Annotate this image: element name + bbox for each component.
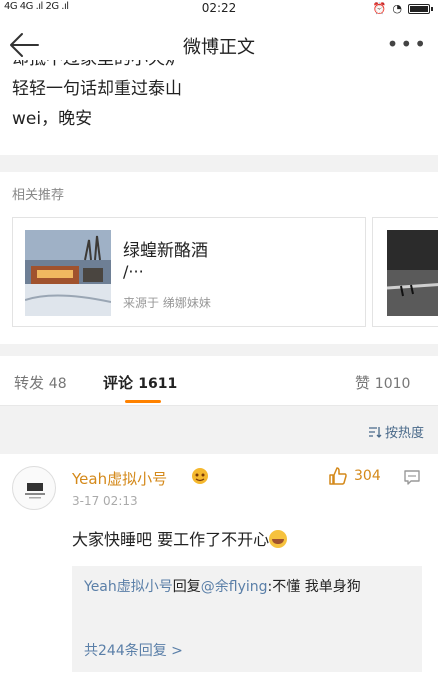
- related-card-source: 来源于 绨娜妹妹: [123, 296, 211, 310]
- sort-bar: 按热度: [0, 407, 438, 453]
- more-options-icon[interactable]: •••: [387, 32, 428, 56]
- tab-comment[interactable]: 评论 1611: [103, 372, 177, 393]
- status-bar: 4G 4G .ıl 2G .ıl 02:22 ⏰ ◔: [0, 0, 438, 18]
- related-thumbnail: [25, 230, 111, 316]
- sort-icon: [368, 426, 382, 438]
- alarm-icon: ⏰: [372, 2, 387, 15]
- tab-repost-label: 转发: [14, 374, 45, 392]
- reply-icon[interactable]: [403, 468, 421, 490]
- thumbs-up-icon: [329, 467, 347, 485]
- comment-text: 大家快睡吧 要工作了不开心: [72, 526, 288, 550]
- post-line: 却抵不过家里的小火炉: [12, 60, 438, 74]
- tab-like[interactable]: 赞 1010: [355, 372, 410, 393]
- related-card-title: 绿蝗新酪酒: [123, 241, 208, 261]
- related-card[interactable]: 绿蝗新酪酒 /··· 来源于 绨娜妹妹: [12, 217, 366, 327]
- comment-like-button[interactable]: 304: [328, 466, 381, 486]
- comment-username[interactable]: Yeah虚拟小号: [72, 468, 167, 489]
- tab-like-label: 赞: [355, 374, 371, 392]
- comment-text-content: 大家快睡吧 要工作了不开心: [72, 530, 270, 549]
- comment-like-count: 304: [354, 468, 381, 484]
- tab-like-count: 1010: [374, 376, 411, 392]
- reply-text: :不懂 我单身狗: [267, 579, 361, 595]
- comment-item: Yeah虚拟小号 3-17 02:13 304 大家快睡吧 要工作了不开心 Ye…: [0, 454, 438, 690]
- tab-comment-count: 1611: [138, 376, 178, 392]
- related-header: 相关推荐: [12, 188, 65, 203]
- comment-time: 3-17 02:13: [72, 494, 138, 508]
- active-tab-indicator: [125, 400, 161, 403]
- reply-mention[interactable]: @余flying: [201, 579, 268, 595]
- related-thumbnail: [386, 230, 438, 316]
- post-content: 却抵不过家里的小火炉 轻轻一句话却重过泰山 wei，晚安: [0, 60, 438, 155]
- tab-bar: 转发 48 评论 1611 赞 1010: [0, 356, 438, 406]
- laughing-emoji-icon: [269, 530, 288, 548]
- view-all-replies-link[interactable]: 共244条回复 >: [84, 640, 183, 660]
- reply-author[interactable]: Yeah虚拟小号: [84, 579, 173, 595]
- page-title: 微博正文: [183, 37, 255, 58]
- tab-repost[interactable]: 转发 48: [14, 372, 67, 393]
- clock-icon: ◔: [392, 2, 402, 15]
- sort-by-hot-button[interactable]: 按热度: [368, 422, 424, 441]
- reply-line: Yeah虚拟小号回复@余flying:不懂 我单身狗: [84, 576, 410, 598]
- related-card-subtitle: /···: [123, 262, 144, 281]
- vip-badge-icon: [190, 466, 210, 490]
- reply-preview[interactable]: Yeah虚拟小号回复@余flying:不懂 我单身狗 共244条回复 >: [72, 566, 422, 672]
- tab-comment-label: 评论: [103, 374, 134, 392]
- avatar[interactable]: [12, 466, 56, 510]
- sort-label: 按热度: [384, 426, 424, 441]
- battery-icon: [408, 3, 433, 14]
- related-section: 相关推荐 绿蝗新酪酒 /··· 来源于 绨娜妹妹: [0, 172, 438, 344]
- tab-repost-count: 48: [48, 376, 67, 392]
- post-line: wei，晚安: [12, 109, 93, 129]
- post-line: 轻轻一句话却重过泰山: [12, 79, 182, 99]
- reply-verb: 回复: [172, 579, 201, 595]
- related-card-partial[interactable]: [372, 217, 438, 327]
